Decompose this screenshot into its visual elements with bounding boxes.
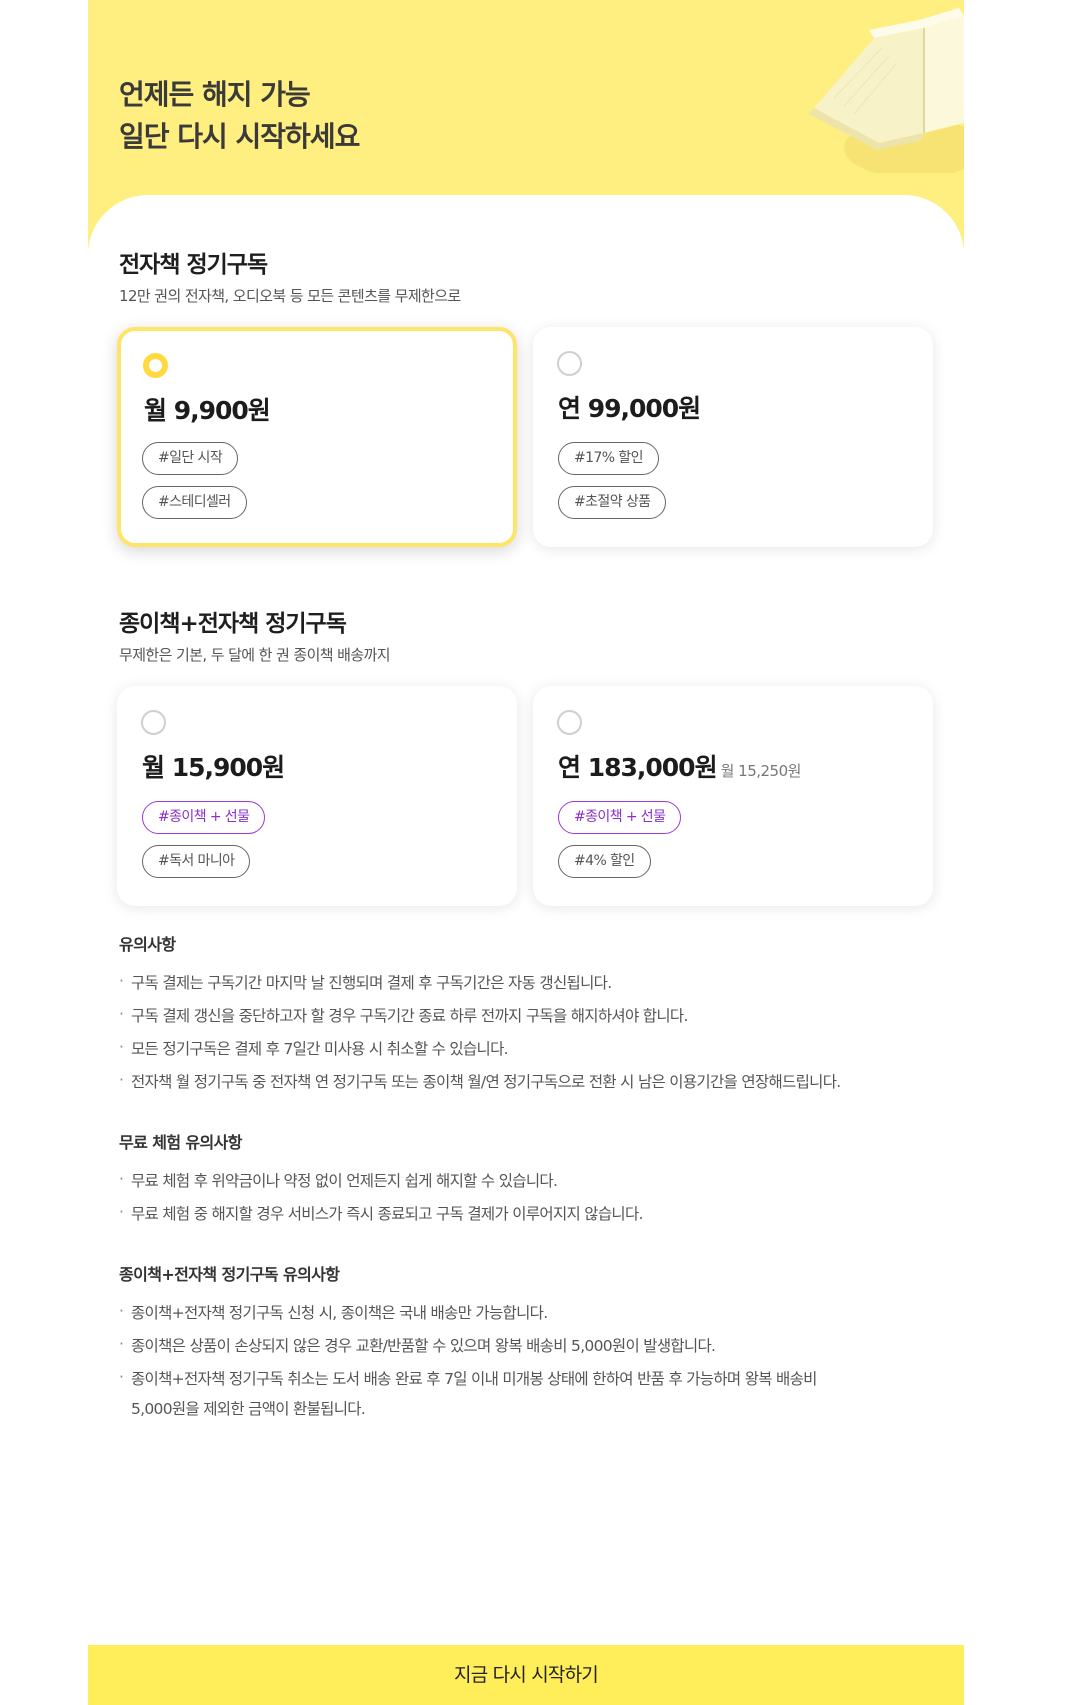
hero-title-line2: 일단 다시 시작하세요 bbox=[119, 120, 360, 153]
radio-unselected-icon[interactable] bbox=[557, 351, 582, 376]
plan-price: 월 9,900원 bbox=[144, 396, 271, 425]
plan-card-ebook-monthly[interactable]: 월 9,900원 #일단 시작 #스테디셀러 bbox=[117, 327, 517, 547]
plan-tag: #스테디셀러 bbox=[142, 486, 247, 519]
notice-item: 전자책 월 정기구독 중 전자책 연 정기구독 또는 종이책 월/연 정기구독으… bbox=[119, 1064, 933, 1099]
notice-item: 무료 체험 중 해지할 경우 서비스가 즉시 종료되고 구독 결제가 이루어지지… bbox=[119, 1196, 933, 1231]
ebook-section: 전자책 정기구독 12만 권의 전자책, 오디오북 등 모든 콘텐츠를 무제한으… bbox=[119, 245, 933, 306]
paper-section-subtitle: 무제한은 기본, 두 달에 한 권 종이책 배송까지 bbox=[119, 646, 391, 664]
notice-list: 종이책+전자책 정기구독 신청 시, 종이책은 국내 배송만 가능합니다. 종이… bbox=[119, 1295, 933, 1422]
radio-unselected-icon[interactable] bbox=[141, 710, 166, 735]
paper-plan-cards: 월 15,900원 #종이책 + 선물 #독서 마니아 연 183,000원 월 … bbox=[117, 686, 933, 906]
restart-now-button[interactable]: 지금 다시 시작하기 bbox=[88, 1645, 964, 1705]
hero-curve bbox=[88, 195, 964, 250]
radio-selected-icon[interactable] bbox=[143, 353, 168, 378]
plan-card-ebook-yearly[interactable]: 연 99,000원 #17% 할인 #초절약 상품 bbox=[533, 327, 933, 547]
notice-item: 무료 체험 후 위약금이나 약정 없이 언제든지 쉽게 해지할 수 있습니다. bbox=[119, 1163, 933, 1198]
plan-price-main: 연 183,000원 bbox=[558, 753, 718, 782]
notice-title: 유의사항 bbox=[119, 935, 176, 954]
radio-unselected-icon[interactable] bbox=[557, 710, 582, 735]
plan-card-paper-yearly[interactable]: 연 183,000원 월 15,250원 #종이책 + 선물 #4% 할인 bbox=[533, 686, 933, 906]
paper-section: 종이책+전자책 정기구독 무제한은 기본, 두 달에 한 권 종이책 배송까지 bbox=[119, 604, 933, 665]
notice-item: 구독 결제 갱신을 중단하고자 할 경우 구독기간 종료 하루 전까지 구독을 … bbox=[119, 998, 933, 1033]
ebook-section-title: 전자책 정기구독 bbox=[119, 252, 268, 278]
open-book-illustration bbox=[809, 8, 964, 173]
plan-tag: #일단 시작 bbox=[142, 442, 239, 475]
notice-item-line2: 5,000원을 제외한 금액이 환불됩니다. bbox=[131, 1400, 366, 1418]
notice-item: 종이책은 상품이 손상되지 않은 경우 교환/반품할 수 있으며 왕복 배송비 … bbox=[119, 1328, 933, 1363]
plan-tag-highlight: #종이책 + 선물 bbox=[558, 801, 682, 834]
notice-title: 무료 체험 유의사항 bbox=[119, 1133, 243, 1152]
plan-tag: #4% 할인 bbox=[558, 845, 651, 878]
plan-price: 연 99,000원 bbox=[558, 394, 701, 423]
ebook-section-subtitle: 12만 권의 전자책, 오디오북 등 모든 콘텐츠를 무제한으로 bbox=[119, 287, 461, 305]
notice-list: 구독 결제는 구독기간 마지막 날 진행되며 결제 후 구독기간은 자동 갱신됩… bbox=[119, 965, 933, 1099]
notice-group-paper: 종이책+전자책 정기구독 유의사항 종이책+전자책 정기구독 신청 시, 종이책… bbox=[119, 1261, 933, 1422]
ebook-plan-cards: 월 9,900원 #일단 시작 #스테디셀러 연 99,000원 #17% 할인… bbox=[117, 327, 933, 547]
plan-price-monthly-equivalent: 월 15,250원 bbox=[720, 762, 802, 780]
plan-tag: #17% 할인 bbox=[558, 442, 659, 475]
subscription-page: 언제든 해지 가능 일단 다시 시작하세요 전자책 정기구독 12만 권의 전자… bbox=[88, 0, 964, 1705]
notice-item: 종이책+전자책 정기구독 신청 시, 종이책은 국내 배송만 가능합니다. bbox=[119, 1295, 933, 1330]
paper-section-title: 종이책+전자책 정기구독 bbox=[119, 611, 347, 637]
notice-item-line1: 종이책+전자책 정기구독 취소는 도서 배송 완료 후 7일 이내 미개봉 상태… bbox=[131, 1370, 817, 1388]
plan-tag: #독서 마니아 bbox=[142, 845, 251, 878]
notice-item: 모든 정기구독은 결제 후 7일간 미사용 시 취소할 수 있습니다. bbox=[119, 1031, 933, 1066]
plan-tag: #초절약 상품 bbox=[558, 486, 667, 519]
notice-item: 구독 결제는 구독기간 마지막 날 진행되며 결제 후 구독기간은 자동 갱신됩… bbox=[119, 965, 933, 1000]
notice-title: 종이책+전자책 정기구독 유의사항 bbox=[119, 1265, 340, 1284]
plan-price: 월 15,900원 bbox=[142, 753, 285, 782]
notice-group-general: 유의사항 구독 결제는 구독기간 마지막 날 진행되며 결제 후 구독기간은 자… bbox=[119, 931, 933, 1099]
notice-item: 종이책+전자책 정기구독 취소는 도서 배송 완료 후 7일 이내 미개봉 상태… bbox=[119, 1361, 933, 1422]
plan-card-paper-monthly[interactable]: 월 15,900원 #종이책 + 선물 #독서 마니아 bbox=[117, 686, 517, 906]
notice-group-free-trial: 무료 체험 유의사항 무료 체험 후 위약금이나 약정 없이 언제든지 쉽게 해… bbox=[119, 1129, 933, 1231]
hero-banner: 언제든 해지 가능 일단 다시 시작하세요 bbox=[88, 0, 964, 250]
plan-tag-highlight: #종이책 + 선물 bbox=[142, 801, 266, 834]
hero-title-line1: 언제든 해지 가능 bbox=[119, 78, 311, 111]
notice-area: 유의사항 구독 결제는 구독기간 마지막 날 진행되며 결제 후 구독기간은 자… bbox=[119, 931, 933, 1452]
plan-price: 연 183,000원 월 15,250원 bbox=[558, 748, 801, 784]
notice-list: 무료 체험 후 위약금이나 약정 없이 언제든지 쉽게 해지할 수 있습니다. … bbox=[119, 1163, 933, 1231]
hero-title: 언제든 해지 가능 일단 다시 시작하세요 bbox=[119, 74, 360, 158]
